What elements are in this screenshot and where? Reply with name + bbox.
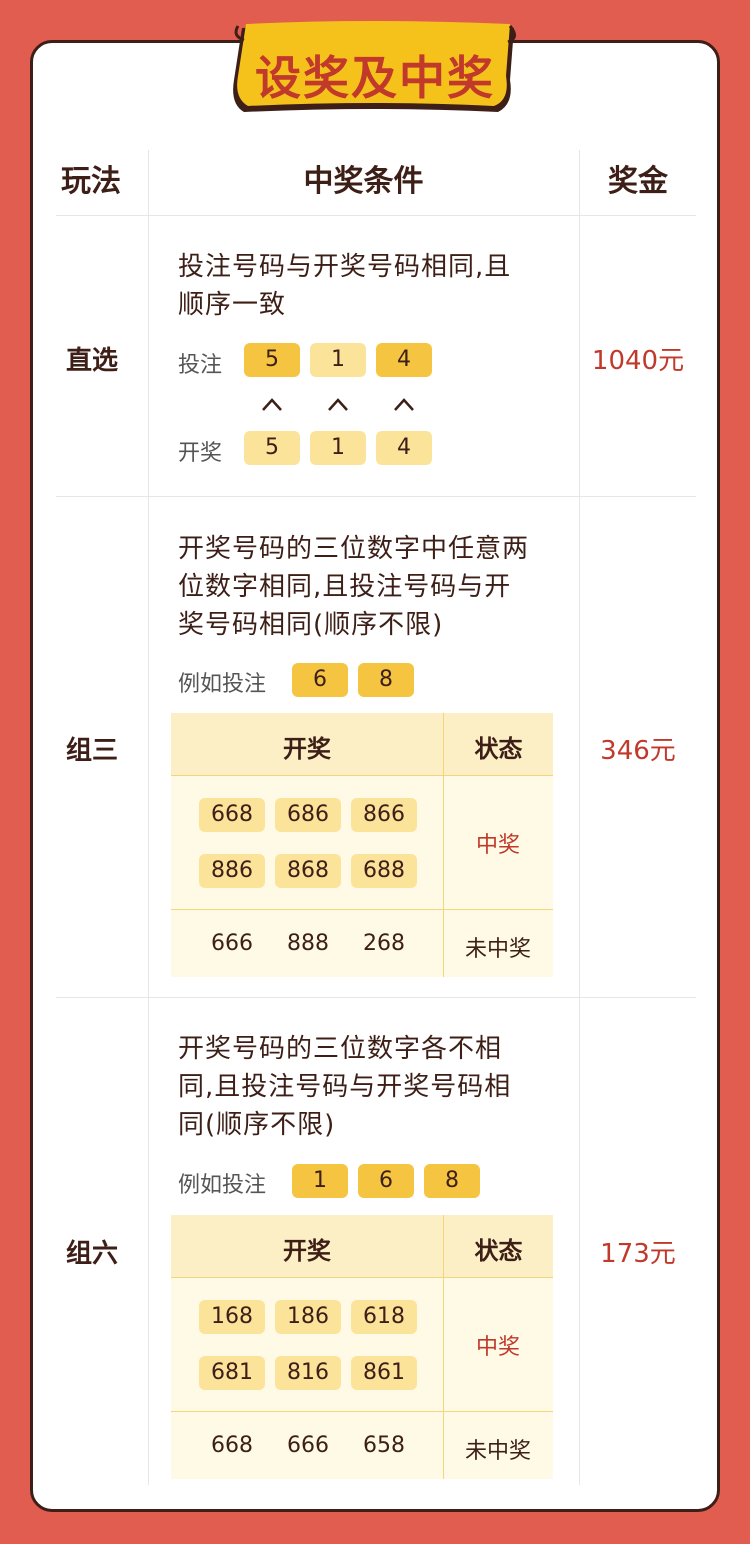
win-number: 866 — [351, 798, 417, 832]
win-number: 868 — [275, 854, 341, 888]
win-number: 886 — [199, 854, 265, 888]
page-title: 设奖及中奖 — [255, 51, 495, 105]
prize-zusan: 346元 — [600, 736, 676, 766]
draw-label: 开奖 — [178, 441, 223, 466]
win-number: 816 — [275, 1356, 341, 1390]
caret-up-icon — [394, 398, 414, 411]
example-label: 例如投注 — [178, 1173, 267, 1198]
lose-number: 668 — [211, 1433, 253, 1458]
divider — [171, 1277, 553, 1278]
divider — [56, 496, 696, 497]
header-condition: 中奖条件 — [303, 164, 424, 199]
desc-line: 同(顺序不限) — [178, 1110, 336, 1140]
desc-line: 奖号码相同(顺序不限) — [178, 610, 444, 640]
desc-zhixuan: 投注号码与开奖号码相同,且 顺序一致 — [178, 248, 558, 324]
divider — [56, 997, 696, 998]
caret-up-icon — [328, 398, 348, 411]
prize-zhixuan: 1040元 — [591, 346, 685, 376]
win-number: 688 — [351, 854, 417, 888]
draw-ball: 1 — [310, 431, 366, 465]
example-ball: 1 — [292, 1164, 348, 1198]
col-draw: 开奖 — [283, 1237, 331, 1265]
divider — [171, 909, 553, 910]
desc-zusan: 开奖号码的三位数字中任意两 位数字相同,且投注号码与开 奖号码相同(顺序不限) — [178, 530, 558, 644]
draw-ball: 5 — [244, 431, 300, 465]
win-number: 618 — [351, 1300, 417, 1334]
win-number: 681 — [199, 1356, 265, 1390]
example-label: 例如投注 — [178, 672, 267, 697]
lose-number: 666 — [287, 1433, 329, 1458]
bet-ball: 1 — [310, 343, 366, 377]
lose-number: 666 — [211, 931, 253, 956]
divider — [171, 1411, 553, 1412]
desc-line: 投注号码与开奖号码相同,且 — [178, 252, 512, 282]
prize-zuliu: 173元 — [600, 1239, 676, 1269]
win-number: 668 — [199, 798, 265, 832]
play-name-zhixuan: 直选 — [66, 346, 119, 376]
divider — [148, 150, 149, 1485]
divider — [171, 775, 553, 776]
title-banner: 设奖及中奖 — [228, 20, 522, 120]
result-table-header: 开奖 状态 — [171, 713, 553, 775]
result-table-zuliu: 开奖 状态 168 186 618 681 816 861 中奖 668 666… — [171, 1215, 553, 1479]
status-lose: 未中奖 — [464, 1439, 531, 1464]
desc-line: 位数字相同,且投注号码与开 — [178, 572, 512, 602]
desc-line: 开奖号码的三位数字中任意两 — [178, 534, 530, 564]
win-number: 168 — [199, 1300, 265, 1334]
lose-number: 658 — [363, 1433, 405, 1458]
bet-label: 投注 — [178, 353, 223, 378]
bet-ball: 4 — [376, 343, 432, 377]
draw-ball: 4 — [376, 431, 432, 465]
play-name-zuliu: 组六 — [66, 1239, 119, 1269]
lose-number: 888 — [287, 931, 329, 956]
bet-ball: 5 — [244, 343, 300, 377]
example-ball: 6 — [358, 1164, 414, 1198]
result-table-zusan: 开奖 状态 668 686 866 886 868 688 中奖 666 888… — [171, 713, 553, 977]
desc-line: 同,且投注号码与开奖号码相 — [178, 1072, 512, 1102]
col-status: 状态 — [474, 735, 523, 763]
desc-zuliu: 开奖号码的三位数字各不相 同,且投注号码与开奖号码相 同(顺序不限) — [178, 1030, 558, 1144]
col-status: 状态 — [474, 1237, 523, 1265]
win-number: 861 — [351, 1356, 417, 1390]
prize-table: 玩法 中奖条件 奖金 直选 投注号码与开奖号码相同,且 顺序一致 投注 5 1 … — [56, 140, 696, 1485]
status-lose: 未中奖 — [464, 937, 531, 962]
example-ball: 6 — [292, 663, 348, 697]
win-number: 186 — [275, 1300, 341, 1334]
header-prize: 奖金 — [608, 164, 668, 199]
status-win: 中奖 — [475, 1335, 520, 1360]
example-ball: 8 — [358, 663, 414, 697]
caret-up-icon — [262, 398, 282, 411]
desc-line: 顺序一致 — [178, 290, 287, 320]
divider — [56, 215, 696, 216]
example-ball: 8 — [424, 1164, 480, 1198]
desc-line: 开奖号码的三位数字各不相 — [178, 1034, 503, 1064]
header-play: 玩法 — [61, 164, 121, 199]
col-draw: 开奖 — [283, 735, 331, 763]
play-name-zusan: 组三 — [66, 736, 119, 766]
status-win: 中奖 — [475, 833, 520, 858]
result-table-header: 开奖 状态 — [171, 1215, 553, 1277]
lose-number: 268 — [363, 931, 405, 956]
win-number: 686 — [275, 798, 341, 832]
